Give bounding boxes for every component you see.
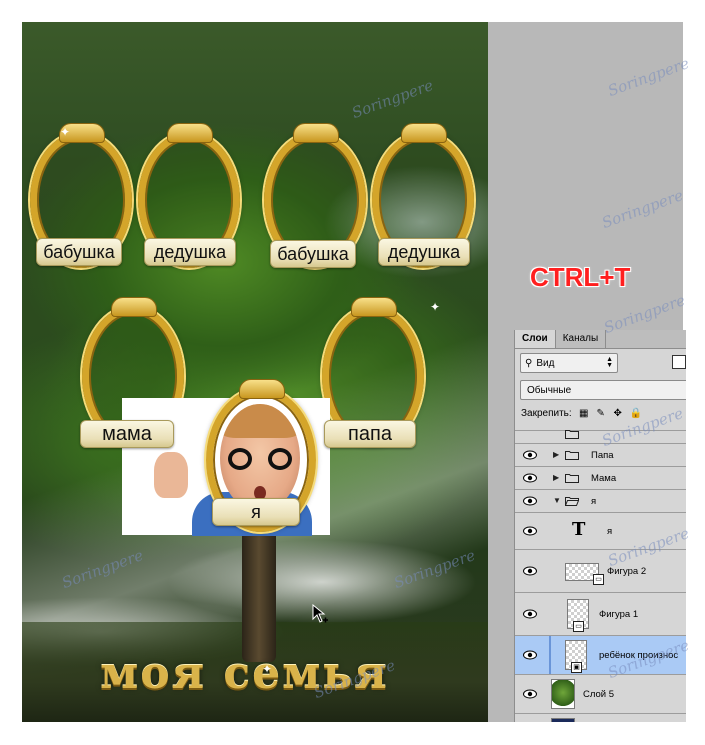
child-glasses	[228, 448, 292, 470]
frame-crest	[111, 297, 157, 317]
layer-row-partial-top[interactable]	[515, 430, 686, 443]
panel-tabs: Слои Каналы	[515, 330, 686, 349]
frame-crest	[401, 123, 447, 143]
visibility-eye-icon[interactable]	[523, 450, 537, 460]
lock-all-icon[interactable]: 🔒	[630, 408, 642, 419]
blend-mode-dropdown[interactable]: Обычные	[520, 380, 686, 400]
layer-name: я	[591, 496, 597, 507]
blend-mode-value: Обычные	[527, 384, 572, 396]
lock-image-pixels-icon[interactable]: ✎	[596, 408, 606, 419]
layer-name: Слой 5	[583, 689, 615, 700]
collapsed-arrow-icon[interactable]: ▶	[553, 450, 559, 459]
sparkle-icon: ✦	[60, 125, 71, 139]
lock-transparent-pixels-icon[interactable]: ▦	[579, 408, 589, 419]
family-title-art: моя семья	[100, 648, 389, 699]
frame-crest	[351, 297, 397, 317]
layer-name: я	[607, 526, 613, 537]
text-layer-icon: T	[572, 519, 586, 540]
layer-thumbnail	[551, 679, 575, 709]
move-cursor-icon	[312, 603, 328, 626]
layer-name: ребёнок произнос	[599, 650, 679, 661]
collapsed-arrow-icon[interactable]: ▶	[553, 473, 559, 482]
layer-row-child-photo[interactable]: ▣ ребёнок произнос	[515, 635, 686, 674]
tree-trunk	[242, 522, 276, 662]
image-filter-icon[interactable]	[672, 355, 686, 369]
layer-filter-dropdown[interactable]: ⚲ Вид ▲ ▼	[520, 353, 618, 373]
ribbon-label-father: папа	[324, 420, 416, 448]
ribbon-label-grandfather-2: дедушка	[378, 238, 470, 266]
layer-name: Мама	[591, 473, 617, 484]
vector-mask-icon: ▭	[573, 621, 584, 632]
folder-icon	[565, 430, 579, 439]
ribbon-label-grandmother-2: бабушка	[270, 240, 356, 268]
layer-name: Фигура 2	[607, 566, 647, 577]
shortcut-hint: CTRL+T	[530, 262, 631, 292]
layers-panel: Слои Каналы ⚲ Вид ▲ ▼ Обычные Закрепить: …	[514, 330, 686, 722]
frame-crest	[239, 379, 285, 399]
lock-label: Закрепить:	[521, 408, 572, 419]
folder-icon	[565, 451, 579, 460]
layer-thumbnail	[551, 718, 575, 722]
ribbon-label-child: я	[212, 498, 300, 526]
search-icon: ⚲	[525, 357, 533, 369]
lock-position-icon[interactable]: ✥	[613, 408, 623, 419]
visibility-eye-icon[interactable]	[523, 609, 537, 619]
lock-row: Закрепить: ▦ ✎ ✥ 🔒	[521, 408, 642, 419]
frame-crest	[167, 123, 213, 143]
document-canvas[interactable]: бабушка дедушка бабушка дедушка мама пап…	[22, 22, 488, 722]
visibility-eye-icon[interactable]	[523, 473, 537, 483]
child-face	[220, 404, 300, 512]
layer-row-partial-bottom[interactable]	[515, 713, 686, 722]
ribbon-label-mother: мама	[80, 420, 174, 448]
vector-mask-icon: ▭	[593, 574, 604, 585]
folder-icon	[565, 474, 579, 483]
layer-row-text-ya[interactable]: T я	[515, 512, 686, 549]
ribbon-label-grandmother-1: бабушка	[36, 238, 122, 266]
layer-row-group-mama[interactable]: ▶ Мама	[515, 466, 686, 489]
layer-row-shape-1[interactable]: ▭ Фигура 1	[515, 592, 686, 635]
visibility-eye-icon[interactable]	[523, 566, 537, 576]
layer-name: Фигура 1	[599, 609, 639, 620]
open-folder-icon	[565, 497, 579, 506]
tab-channels[interactable]: Каналы	[556, 330, 607, 348]
layer-row-group-ya[interactable]: ▼ я	[515, 489, 686, 512]
visibility-eye-icon[interactable]	[523, 526, 537, 536]
spinner-arrows-icon: ▲ ▼	[606, 356, 613, 369]
layer-filter-value: Вид	[536, 357, 555, 369]
visibility-eye-icon[interactable]	[523, 650, 537, 660]
layer-highlight-edge	[549, 636, 551, 674]
layer-name: Папа	[591, 450, 614, 461]
layer-row-group-papa[interactable]: ▶ Папа	[515, 443, 686, 466]
visibility-eye-icon[interactable]	[523, 496, 537, 506]
visibility-eye-icon[interactable]	[523, 689, 537, 699]
child-hair	[220, 404, 300, 438]
smart-object-icon: ▣	[571, 662, 582, 673]
tab-layers[interactable]: Слои	[515, 330, 556, 348]
layer-row-layer-5[interactable]: Слой 5	[515, 674, 686, 713]
sparkle-icon: ✦	[430, 300, 441, 314]
frame-crest	[293, 123, 339, 143]
child-hand	[154, 452, 188, 498]
layers-list: ▶ Папа ▶ Мама ▼ я T я ▭ Фигура 2 ▭ Фигур…	[515, 430, 686, 722]
sparkle-icon: ✦	[262, 662, 273, 676]
expanded-arrow-icon[interactable]: ▼	[553, 496, 561, 505]
ribbon-label-grandfather-1: дедушка	[144, 238, 236, 266]
layer-row-shape-2[interactable]: ▭ Фигура 2	[515, 549, 686, 592]
